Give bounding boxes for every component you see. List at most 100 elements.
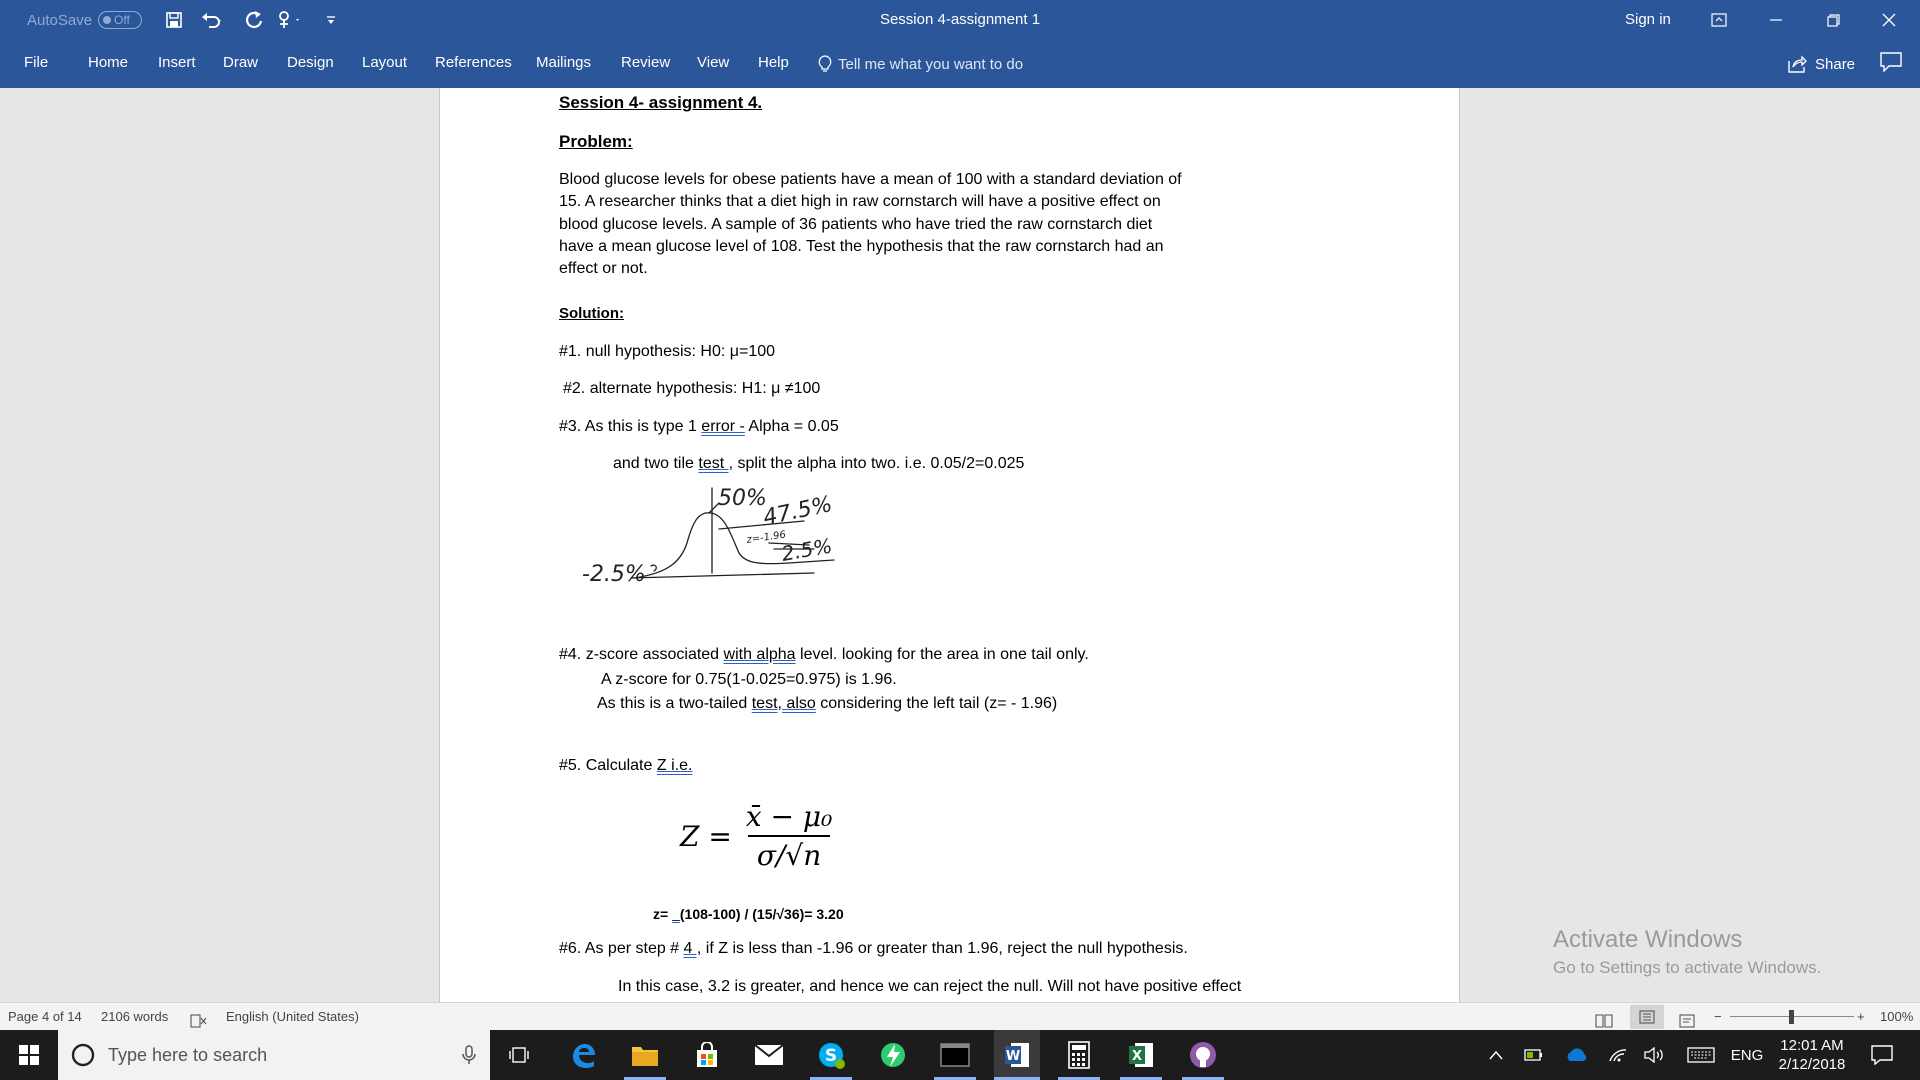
show-hidden-icons-chevron-up-icon[interactable] bbox=[1484, 1030, 1508, 1080]
edge-browser-icon[interactable] bbox=[560, 1030, 606, 1080]
windows-taskbar: Type here to search S W X ENG 12:01 AM 2… bbox=[0, 1030, 1920, 1080]
zoom-slider-thumb[interactable] bbox=[1789, 1010, 1794, 1024]
cortana-icon bbox=[71, 1043, 95, 1067]
onedrive-icon[interactable] bbox=[1563, 1030, 1591, 1080]
svg-text:X: X bbox=[1132, 1049, 1142, 1064]
wifi-icon[interactable] bbox=[1605, 1030, 1631, 1080]
clock-date: 2/12/2018 bbox=[1778, 1056, 1846, 1073]
handwritten-bell-curve-sketch: 50% 47.5% -2.5% 2.5% z=-1.96 bbox=[582, 486, 835, 583]
touch-mode-icon[interactable] bbox=[276, 0, 304, 40]
web-layout-icon[interactable] bbox=[1679, 1010, 1697, 1028]
zoom-level[interactable]: 100% bbox=[1880, 1003, 1913, 1031]
system-clock[interactable]: 12:01 AM 2/12/2018 bbox=[1762, 1030, 1862, 1080]
tab-draw[interactable]: Draw bbox=[223, 40, 258, 88]
read-mode-icon[interactable] bbox=[1595, 1010, 1613, 1028]
touch-keyboard-icon[interactable] bbox=[1685, 1030, 1717, 1080]
svg-text:W: W bbox=[1006, 1049, 1020, 1064]
problem-label: Problem: bbox=[559, 132, 633, 151]
proofing-icon[interactable] bbox=[190, 1010, 208, 1028]
share-button[interactable]: Share bbox=[1787, 40, 1855, 88]
word-app-icon[interactable]: W bbox=[994, 1030, 1040, 1080]
document-page[interactable]: Session 4- assignment 4. Problem: Blood … bbox=[439, 88, 1460, 1002]
mail-icon[interactable] bbox=[746, 1030, 792, 1080]
power-app-icon[interactable] bbox=[870, 1030, 916, 1080]
print-layout-icon[interactable] bbox=[1630, 1005, 1664, 1029]
watermark-title: Activate Windows bbox=[1553, 926, 1743, 953]
skype-icon[interactable]: S bbox=[808, 1030, 854, 1080]
input-language[interactable]: ENG bbox=[1727, 1030, 1767, 1080]
lightbulb-icon bbox=[818, 55, 832, 72]
action-center-icon[interactable] bbox=[1862, 1030, 1902, 1080]
problem-line: have a mean glucose level of 108. Test t… bbox=[559, 238, 1164, 255]
microphone-icon[interactable] bbox=[462, 1045, 476, 1065]
z-calculation: z= _(108-100) / (15/√36)= 3.20 bbox=[653, 906, 844, 922]
step-1: #1. null hypothesis: H0: μ=100 bbox=[559, 343, 776, 360]
formula-numerator: x̄ − μ₀ bbox=[745, 800, 833, 833]
tab-help[interactable]: Help bbox=[758, 40, 789, 88]
tab-insert[interactable]: Insert bbox=[158, 40, 196, 88]
search-placeholder: Type here to search bbox=[108, 1044, 268, 1065]
save-icon[interactable] bbox=[165, 0, 183, 40]
zoom-in-button[interactable]: + bbox=[1857, 1003, 1865, 1031]
tab-design[interactable]: Design bbox=[287, 40, 334, 88]
formula-denominator: σ/√n bbox=[756, 839, 822, 872]
sketch-label-left-tail: -2.5% bbox=[582, 562, 646, 583]
step-4-zscore: A z-score for 0.75(1-0.025=0.975) is 1.9… bbox=[601, 671, 897, 688]
autosave-label: AutoSave bbox=[27, 11, 93, 29]
volume-icon[interactable] bbox=[1641, 1030, 1667, 1080]
step-6: #6. As per step # 4 , if Z is less than … bbox=[559, 940, 1188, 957]
minimize-icon[interactable] bbox=[1753, 0, 1799, 40]
step-4: #4. z-score associated with alpha level.… bbox=[559, 646, 1089, 663]
tab-references[interactable]: References bbox=[435, 40, 512, 88]
comments-icon[interactable] bbox=[1880, 52, 1904, 76]
step-3-detail: and two tile test , split the alpha into… bbox=[613, 455, 1025, 472]
sketch-label-50: 50% bbox=[718, 486, 767, 511]
autosave-state: Off bbox=[114, 13, 130, 27]
share-icon bbox=[1788, 55, 1807, 73]
solution-label: Solution: bbox=[559, 305, 624, 322]
formula-lhs: Z = bbox=[680, 819, 732, 853]
tell-me-text: Tell me what you want to do bbox=[838, 55, 1024, 73]
github-icon[interactable] bbox=[1180, 1030, 1226, 1080]
title-bar: AutoSave Off Session 4-assignment 1 Sign… bbox=[0, 0, 1920, 40]
watermark-subtitle: Go to Settings to activate Windows. bbox=[1553, 958, 1822, 977]
step-2: #2. alternate hypothesis: H1: μ ≠100 bbox=[563, 380, 821, 397]
word-count[interactable]: 2106 words bbox=[101, 1003, 168, 1031]
document-title: Session 4-assignment 1 bbox=[879, 11, 1041, 28]
ribbon-display-options-icon[interactable] bbox=[1696, 0, 1742, 40]
tab-view[interactable]: View bbox=[697, 40, 729, 88]
autosave-toggle[interactable]: Off bbox=[98, 11, 142, 29]
close-icon[interactable] bbox=[1866, 0, 1912, 40]
clock-time: 12:01 AM bbox=[1780, 1037, 1844, 1054]
redo-icon[interactable] bbox=[244, 0, 264, 40]
battery-icon[interactable] bbox=[1522, 1030, 1546, 1080]
toggle-knob bbox=[103, 16, 111, 24]
zoom-out-button[interactable]: − bbox=[1714, 1003, 1722, 1031]
tell-me-search[interactable]: Tell me what you want to do bbox=[818, 40, 1023, 88]
restore-icon[interactable] bbox=[1810, 0, 1856, 40]
undo-icon[interactable] bbox=[201, 0, 223, 40]
problem-line: blood glucose levels. A sample of 36 pat… bbox=[559, 216, 1153, 233]
file-explorer-icon[interactable] bbox=[622, 1030, 668, 1080]
document-heading: Session 4- assignment 4. bbox=[559, 93, 763, 112]
step-3: #3. As this is type 1 error - Alpha = 0.… bbox=[559, 418, 839, 435]
document-workspace[interactable]: Session 4- assignment 4. Problem: Blood … bbox=[0, 88, 1920, 1002]
page-count[interactable]: Page 4 of 14 bbox=[8, 1003, 82, 1031]
tab-home[interactable]: Home bbox=[88, 40, 128, 88]
calculator-icon[interactable] bbox=[1056, 1030, 1102, 1080]
taskbar-search-box[interactable]: Type here to search bbox=[58, 1030, 490, 1080]
task-view-icon[interactable] bbox=[496, 1030, 542, 1080]
terminal-icon[interactable] bbox=[932, 1030, 978, 1080]
tab-layout[interactable]: Layout bbox=[362, 40, 407, 88]
share-label: Share bbox=[1815, 55, 1856, 73]
sign-in-link[interactable]: Sign in bbox=[1625, 0, 1671, 40]
language-indicator[interactable]: English (United States) bbox=[226, 1003, 359, 1031]
excel-app-icon[interactable]: X bbox=[1118, 1030, 1164, 1080]
step-5: #5. Calculate Z i.e. bbox=[559, 757, 693, 774]
store-icon[interactable] bbox=[684, 1030, 730, 1080]
tab-mailings[interactable]: Mailings bbox=[536, 40, 591, 88]
tab-file[interactable]: File bbox=[24, 40, 48, 88]
customize-toolbar-icon[interactable] bbox=[326, 0, 336, 40]
tab-review[interactable]: Review bbox=[621, 40, 670, 88]
windows-start-icon[interactable] bbox=[0, 1030, 58, 1080]
